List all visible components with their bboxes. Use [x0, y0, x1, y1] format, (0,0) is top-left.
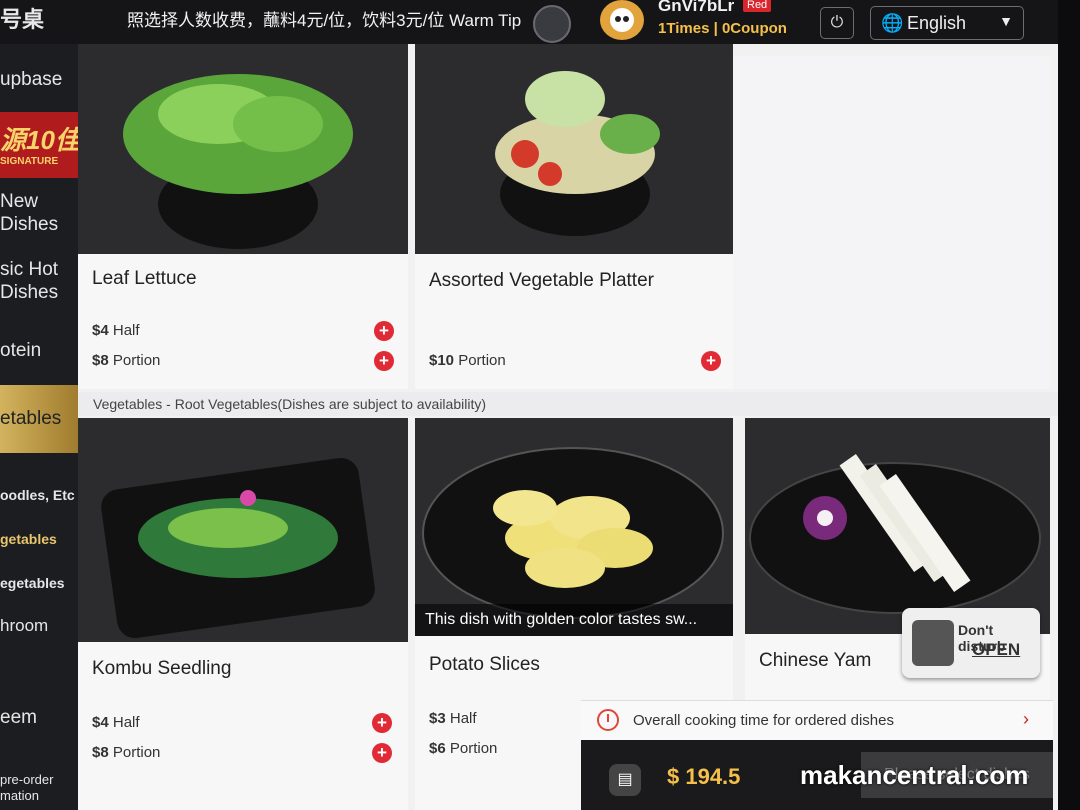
avatar[interactable]: [600, 0, 644, 40]
sidebar-item-noodles[interactable]: oodles, Etc: [0, 484, 78, 507]
empty-card: [733, 56, 1050, 389]
dnd-state: OPEN: [972, 640, 1021, 659]
dish-photo: [78, 418, 408, 642]
top-bar: 号桌 照选择人数收费，蘸料4元/位，饮料3元/位 Warm Tip GnVi7b…: [0, 0, 1080, 44]
price-row: $4 Half: [92, 714, 140, 731]
watermark: makancentral.com: [800, 760, 1029, 790]
dish-grid: Leaf Lettuce $4 Half + $8 Portion + Asso…: [78, 44, 1058, 810]
vegetable-platter-image: [495, 71, 660, 236]
price: $10: [429, 352, 455, 369]
price: $6: [429, 740, 446, 757]
price: $3: [429, 710, 446, 727]
dish-photo: [78, 44, 408, 254]
add-button[interactable]: +: [701, 351, 721, 371]
dish-description: This dish with golden color tastes sw...: [415, 604, 733, 636]
dish-name: Assorted Vegetable Platter: [429, 270, 654, 291]
power-icon[interactable]: ⏻: [820, 7, 854, 39]
panda-face-icon: [610, 8, 634, 32]
sidebar-item-mushroom[interactable]: hroom: [0, 614, 78, 637]
language-select[interactable]: 🌐 English ▼: [870, 6, 1024, 40]
unit: Portion: [458, 352, 506, 369]
screen-bezel: [1058, 0, 1080, 810]
language-label: English: [907, 13, 967, 33]
dish-name: Potato Slices: [429, 654, 540, 675]
price-row: $8 Portion: [92, 352, 160, 369]
cooking-time-label: Overall cooking time for ordered dishes: [633, 712, 894, 729]
price: $8: [92, 352, 109, 369]
kombu-plate-image: [101, 457, 375, 639]
chevron-down-icon: ▼: [999, 13, 1013, 29]
price: $8: [92, 744, 109, 761]
table-number: 号桌: [0, 7, 45, 32]
unit: Portion: [112, 744, 161, 761]
sidebar-item-signature[interactable]: 源10佳 SIGNATURE: [0, 112, 78, 178]
price-row: $6 Portion: [429, 740, 497, 757]
hand-icon: [912, 620, 954, 666]
yam-plate-image: [749, 454, 1041, 614]
price-row: $8 Portion: [92, 744, 160, 761]
clock-icon: [597, 709, 619, 731]
eye-icon: [615, 16, 621, 22]
dish-photo: [415, 44, 733, 254]
price: $4: [92, 322, 109, 339]
member-level-badge: Red: [743, 0, 772, 12]
visit-coupon-stats[interactable]: 1Times | 0Coupon: [658, 20, 787, 37]
dish-card[interactable]: Kombu Seedling $4 Half + $8 Portion +: [78, 418, 408, 810]
cart-total: $ 194.5: [667, 764, 741, 789]
sidebar-item-classic-hot-dishes[interactable]: sic Hot Dishes: [0, 258, 78, 304]
sidebar-item-redeem[interactable]: eem: [0, 706, 78, 729]
dish-photo: [745, 418, 1050, 634]
add-button[interactable]: +: [372, 713, 392, 733]
sidebar-item-protein[interactable]: otein: [0, 339, 78, 362]
add-button[interactable]: +: [374, 351, 394, 371]
section-header: Vegetables - Root Vegetables(Dishes are …: [78, 392, 1058, 416]
globe-icon: 🌐: [881, 13, 904, 33]
price: $4: [92, 714, 109, 731]
unit: Portion: [112, 352, 161, 369]
dish-name: Leaf Lettuce: [92, 268, 197, 289]
sidebar-item-leafy-vegetables[interactable]: egetables: [0, 572, 78, 595]
chevron-right-icon: ›: [1023, 709, 1029, 729]
price-row: $3 Half: [429, 710, 477, 727]
sidebar-item-pre-order[interactable]: pre-order mation: [0, 772, 78, 804]
sidebar-item-root-vegetables[interactable]: getables: [0, 528, 78, 551]
category-sidebar: upbase 源10佳 SIGNATURE New Dishes sic Hot…: [0, 44, 78, 810]
floating-button[interactable]: [533, 5, 571, 43]
cart-icon[interactable]: ▤: [609, 764, 641, 796]
add-button[interactable]: +: [374, 321, 394, 341]
sidebar-item-new-dishes[interactable]: New Dishes: [0, 190, 78, 236]
do-not-disturb-toggle[interactable]: Don't disturb OPEN: [902, 608, 1040, 678]
user-id: GnVi7bLr: [658, 0, 735, 15]
unit: Half: [449, 710, 477, 727]
sidebar-item-vegetables[interactable]: etables: [0, 385, 78, 453]
sidebar-item-soupbase[interactable]: upbase: [0, 68, 78, 91]
lettuce-bowl-image: [123, 74, 353, 249]
price-row: $4 Half: [92, 322, 140, 339]
unit: Portion: [449, 740, 498, 757]
signature-logo: 源10佳: [0, 125, 78, 155]
unit: Half: [112, 714, 140, 731]
eye-icon: [623, 16, 629, 22]
unit: Half: [112, 322, 140, 339]
signature-label: SIGNATURE: [0, 156, 59, 167]
cooking-time-bar[interactable]: Overall cooking time for ordered dishes …: [581, 700, 1053, 741]
price-row: $10 Portion: [429, 352, 506, 369]
dish-photo: This dish with golden color tastes sw...: [415, 418, 733, 636]
dish-name: Chinese Yam: [759, 650, 872, 671]
pricing-notice: 照选择人数收费，蘸料4元/位，饮料3元/位 Warm Tip: [127, 11, 522, 30]
add-button[interactable]: +: [372, 743, 392, 763]
dish-card[interactable]: Assorted Vegetable Platter $10 Portion +: [415, 44, 733, 389]
dish-card[interactable]: Leaf Lettuce $4 Half + $8 Portion +: [78, 44, 408, 389]
dish-name: Kombu Seedling: [92, 658, 232, 679]
